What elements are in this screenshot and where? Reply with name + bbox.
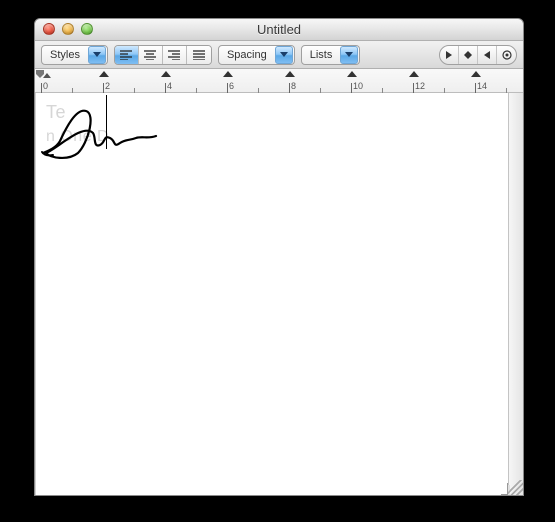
align-left-icon xyxy=(120,50,132,60)
document-page[interactable]: Te n One D xyxy=(35,93,508,495)
lists-label: Lists xyxy=(302,49,341,61)
window: Untitled Styles xyxy=(34,18,524,496)
ruler-label: 10 xyxy=(353,81,363,91)
alignment-group xyxy=(114,45,212,65)
toolbar: Styles xyxy=(35,41,523,69)
page-corner xyxy=(501,483,508,495)
dropdown-arrow-icon xyxy=(340,46,358,64)
styles-dropdown[interactable]: Styles xyxy=(41,45,108,65)
styles-label: Styles xyxy=(42,49,88,61)
window-controls xyxy=(43,23,93,35)
align-right-icon xyxy=(168,50,180,60)
tab-stop-icon[interactable] xyxy=(409,71,419,79)
nav-marker-button[interactable] xyxy=(459,46,478,64)
lists-dropdown[interactable]: Lists xyxy=(301,45,361,65)
target-icon xyxy=(502,50,512,60)
ruler-label: 6 xyxy=(229,81,234,91)
align-center-button[interactable] xyxy=(139,46,163,64)
minimize-icon[interactable] xyxy=(62,23,74,35)
ruler-label: 4 xyxy=(167,81,172,91)
window-title: Untitled xyxy=(257,22,301,37)
ruler[interactable]: 0 2 4 6 8 10 12 14 xyxy=(35,69,523,93)
ruler-label: 0 xyxy=(43,81,48,91)
align-left-button[interactable] xyxy=(115,46,139,64)
vertical-scrollbar[interactable] xyxy=(508,93,523,495)
align-right-button[interactable] xyxy=(163,46,187,64)
resize-handle-icon[interactable] xyxy=(508,480,523,495)
spacing-dropdown[interactable]: Spacing xyxy=(218,45,295,65)
indent-marker-icon[interactable] xyxy=(43,73,53,81)
tab-stop-icon[interactable] xyxy=(347,71,357,79)
close-icon[interactable] xyxy=(43,23,55,35)
titlebar[interactable]: Untitled xyxy=(35,19,523,41)
nav-next-button[interactable] xyxy=(478,46,497,64)
tab-stop-icon[interactable] xyxy=(99,71,109,79)
signature-drawing xyxy=(38,103,158,163)
ruler-label: 8 xyxy=(291,81,296,91)
triangle-left-icon xyxy=(483,51,491,59)
diamond-icon xyxy=(464,51,472,59)
ruler-label: 2 xyxy=(105,81,110,91)
spacing-label: Spacing xyxy=(219,49,275,61)
zoom-icon[interactable] xyxy=(81,23,93,35)
tab-stop-icon[interactable] xyxy=(471,71,481,79)
align-center-icon xyxy=(144,50,156,60)
tab-stop-icon[interactable] xyxy=(223,71,233,79)
nav-prev-button[interactable] xyxy=(440,46,459,64)
tab-stop-icon[interactable] xyxy=(285,71,295,79)
align-justify-icon xyxy=(193,50,205,60)
triangle-right-icon xyxy=(445,51,453,59)
dropdown-arrow-icon xyxy=(275,46,293,64)
nav-group xyxy=(439,45,517,65)
content-area: Te n One D xyxy=(35,93,523,495)
ruler-label: 14 xyxy=(477,81,487,91)
align-justify-button[interactable] xyxy=(187,46,211,64)
ruler-label: 12 xyxy=(415,81,425,91)
dropdown-arrow-icon xyxy=(88,46,106,64)
tab-stop-icon[interactable] xyxy=(161,71,171,79)
nav-target-button[interactable] xyxy=(497,46,516,64)
